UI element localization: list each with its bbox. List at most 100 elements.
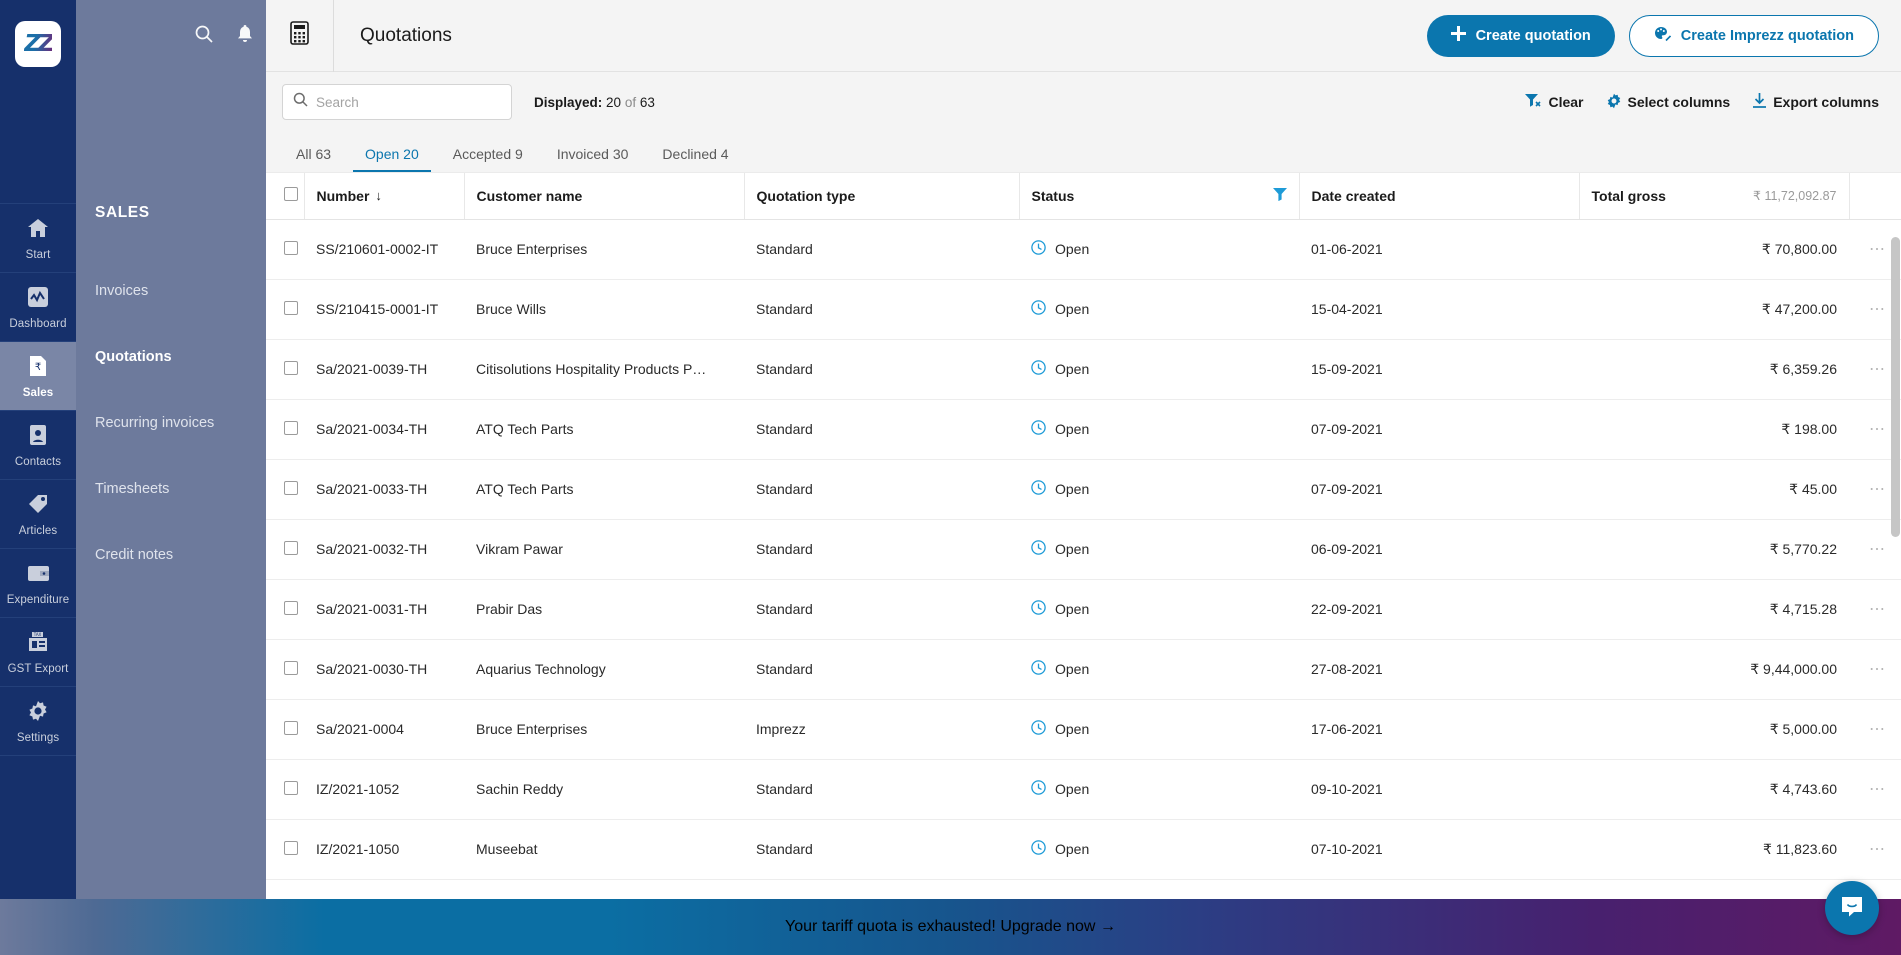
clock-icon: [1031, 660, 1046, 678]
subnav-item-recurring-invoices[interactable]: Recurring invoices: [76, 390, 266, 456]
tab-open[interactable]: Open 20: [353, 146, 431, 172]
more-options-icon[interactable]: ⋯: [1869, 241, 1887, 258]
cell-date: 15-09-2021: [1299, 339, 1579, 400]
table-row[interactable]: Sa/2021-0039-TH Citisolutions Hospitality…: [266, 339, 1901, 400]
row-select-cell: [266, 639, 304, 700]
sidebar-item-sales[interactable]: ₹ Sales: [0, 342, 76, 411]
upgrade-now-link[interactable]: Upgrade now →: [1000, 918, 1116, 936]
filter-icon[interactable]: [1272, 187, 1287, 204]
cell-customer: ATQ Tech Parts: [464, 459, 744, 520]
table-row[interactable]: Sa/2021-0030-TH Aquarius Technology Standa…: [266, 639, 1901, 700]
row-checkbox[interactable]: [284, 240, 298, 255]
table-row[interactable]: SS/210415-0001-IT Bruce Wills Standard Open…: [266, 279, 1901, 340]
column-header-type[interactable]: Quotation type: [744, 173, 1020, 220]
tab-all[interactable]: All 63: [284, 146, 343, 172]
row-select-cell: [266, 519, 304, 580]
more-options-icon[interactable]: ⋯: [1869, 721, 1887, 738]
logo-text: ZZ: [24, 31, 54, 57]
sidebar-item-contacts[interactable]: Contacts: [0, 411, 76, 480]
displayed-label: Displayed:: [534, 94, 603, 110]
row-checkbox[interactable]: [284, 720, 298, 735]
more-options-icon[interactable]: ⋯: [1869, 301, 1887, 318]
status-label: Open: [1055, 601, 1090, 617]
cell-date: 07-09-2021: [1299, 459, 1579, 520]
table-row[interactable]: SS/210601-0002-IT Bruce Enterprises Standa…: [266, 219, 1901, 280]
tag-icon: [0, 491, 76, 517]
row-checkbox[interactable]: [284, 780, 298, 795]
cell-number: IZ/2021-1050: [304, 819, 464, 880]
sidebar-item-expenditure[interactable]: Expenditure: [0, 549, 76, 618]
row-select-cell: [266, 759, 304, 820]
more-options-icon[interactable]: ⋯: [1869, 361, 1887, 378]
sidebar-item-start[interactable]: Start: [0, 203, 76, 273]
sidebar-item-dashboard[interactable]: Dashboard: [0, 273, 76, 342]
cell-number: SS/210601-0002-IT: [304, 219, 464, 280]
row-checkbox[interactable]: [284, 420, 298, 435]
create-quotation-button[interactable]: Create quotation: [1426, 14, 1615, 57]
column-header-status[interactable]: Status: [1019, 173, 1300, 220]
row-checkbox[interactable]: [284, 540, 298, 555]
table-row[interactable]: IZ/2021-1050 Museebat Standard Open 07-10-20…: [266, 819, 1901, 880]
more-options-icon[interactable]: ⋯: [1869, 601, 1887, 618]
quotations-table-container: Number ↓ Customer name Quotation type St…: [266, 172, 1901, 899]
row-checkbox[interactable]: [284, 360, 298, 375]
subnav-item-timesheets[interactable]: Timesheets: [76, 456, 266, 522]
search-input[interactable]: [316, 94, 501, 110]
more-options-icon[interactable]: ⋯: [1869, 661, 1887, 678]
cell-status: Open: [1019, 399, 1299, 460]
table-row[interactable]: IZ/2021-1052 Sachin Reddy Standard Open 09-1…: [266, 759, 1901, 820]
row-checkbox[interactable]: [284, 600, 298, 615]
export-columns-button[interactable]: Export columns: [1752, 92, 1879, 112]
tab-invoiced[interactable]: Invoiced 30: [545, 146, 641, 172]
sidebar-item-gst-export[interactable]: TAX GST Export: [0, 618, 76, 687]
cell-customer: Vikram Pawar: [464, 519, 744, 580]
clear-filters-button[interactable]: Clear: [1525, 93, 1584, 111]
table-row[interactable]: Sa/2021-0033-TH ATQ Tech Parts Standard Ope…: [266, 459, 1901, 520]
sidebar-item-articles[interactable]: Articles: [0, 480, 76, 549]
column-header-gross[interactable]: Total gross ₹ 11,72,092.87: [1579, 173, 1850, 220]
scrollbar-thumb[interactable]: [1891, 237, 1900, 537]
cell-status: Open: [1019, 219, 1299, 280]
chat-launcher-button[interactable]: [1825, 881, 1879, 935]
more-options-icon[interactable]: ⋯: [1869, 481, 1887, 498]
more-options-icon[interactable]: ⋯: [1869, 541, 1887, 558]
search-icon: [293, 92, 308, 112]
displayed-count: Displayed: 20 of 63: [534, 95, 655, 110]
cell-type: Standard: [744, 219, 1019, 280]
cell-number: Sa/2021-0004: [304, 699, 464, 760]
subnav-item-quotations[interactable]: Quotations: [76, 324, 266, 390]
select-all-checkbox[interactable]: [284, 187, 298, 202]
table-row[interactable]: Sa/2021-0004 Bruce Enterprises Imprezz Open…: [266, 699, 1901, 760]
select-columns-button[interactable]: Select columns: [1606, 93, 1730, 112]
row-checkbox[interactable]: [284, 660, 298, 675]
sidebar-item-settings[interactable]: Settings: [0, 687, 76, 756]
subnav-item-invoices[interactable]: Invoices: [76, 258, 266, 324]
app-logo[interactable]: ZZ: [15, 21, 61, 67]
bell-icon[interactable]: [236, 24, 254, 49]
more-options-icon[interactable]: ⋯: [1869, 781, 1887, 798]
create-imprezz-quotation-button[interactable]: Create Imprezz quotation: [1628, 14, 1879, 57]
clock-icon: [1031, 420, 1046, 438]
table-row[interactable]: Sa/2021-0032-TH Vikram Pawar Standard Open 0…: [266, 519, 1901, 580]
cell-number: Sa/2021-0033-TH: [304, 459, 464, 520]
tab-declined[interactable]: Declined 4: [650, 146, 740, 172]
column-header-number[interactable]: Number ↓: [304, 173, 465, 220]
gear-icon: [1606, 93, 1622, 112]
column-header-customer[interactable]: Customer name: [464, 173, 745, 220]
column-header-date[interactable]: Date created: [1299, 173, 1580, 220]
cell-status: Open: [1019, 699, 1299, 760]
cell-customer: Museebat: [464, 819, 744, 880]
subnav-item-credit-notes[interactable]: Credit notes: [76, 522, 266, 588]
search-icon[interactable]: [194, 24, 214, 49]
more-options-icon[interactable]: ⋯: [1869, 421, 1887, 438]
search-box[interactable]: [282, 84, 512, 120]
row-checkbox[interactable]: [284, 480, 298, 495]
more-options-icon[interactable]: ⋯: [1869, 841, 1887, 858]
cell-type: Standard: [744, 819, 1019, 880]
table-row[interactable]: Sa/2021-0034-TH ATQ Tech Parts Standard Ope…: [266, 399, 1901, 460]
table-row[interactable]: Sa/2021-0031-TH Prabir Das Standard Open 22-…: [266, 579, 1901, 640]
row-checkbox[interactable]: [284, 300, 298, 315]
tab-accepted[interactable]: Accepted 9: [441, 146, 535, 172]
table-scrollbar[interactable]: [1891, 219, 1900, 899]
row-checkbox[interactable]: [284, 840, 298, 855]
